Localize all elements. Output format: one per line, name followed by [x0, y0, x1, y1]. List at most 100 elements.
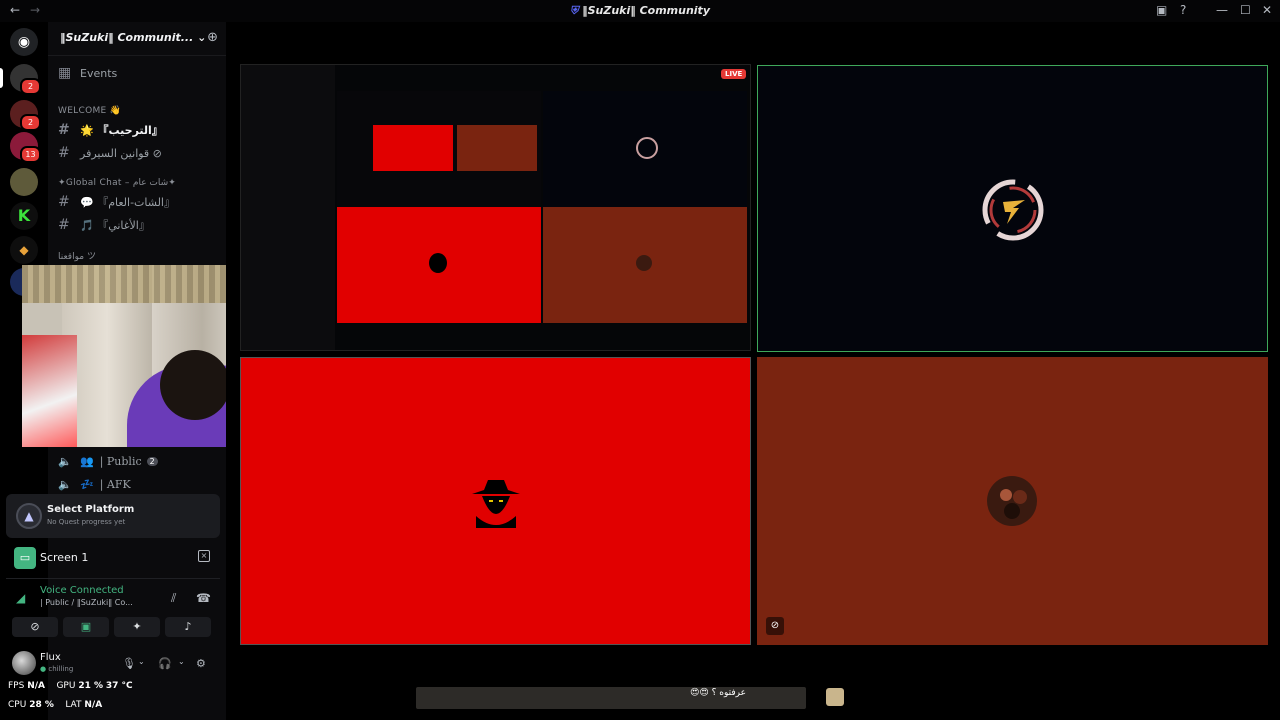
avatar[interactable]: [12, 651, 36, 675]
quest-subtitle: No Quest progress yet: [47, 518, 126, 526]
hash-icon: #: [58, 217, 70, 233]
add-member-icon[interactable]: ⊕: [207, 30, 218, 45]
inbox-icon[interactable]: ▣: [1156, 3, 1167, 17]
category-welcome[interactable]: WELCOME 👋: [58, 101, 218, 121]
participant-avatar: [987, 476, 1037, 526]
unread-badge: 13: [20, 146, 41, 163]
speaker-icon: 🔈: [58, 454, 72, 468]
minimize-icon[interactable]: —: [1216, 3, 1228, 17]
user-status: ● chilling: [40, 665, 74, 673]
voice-channel-afk[interactable]: 🔈 💤 | AFK: [58, 474, 218, 494]
nested-sidebar: [241, 65, 335, 350]
perf-stats-row1: FPS N/A GPU 21 % 37 °C: [8, 681, 133, 691]
quest-panel[interactable]: ▲ Select Platform No Quest progress yet: [6, 494, 220, 538]
nested-avatar: [636, 255, 652, 271]
participant-tile[interactable]: [240, 357, 751, 645]
sleep-icon: 💤: [80, 477, 94, 491]
username[interactable]: Flux: [40, 652, 61, 663]
soundboard-button[interactable]: ♪: [165, 617, 211, 637]
participant-avatar: [982, 179, 1044, 241]
channel-label: 💬 『الشات-العام』: [80, 196, 175, 209]
voice-channel-link[interactable]: | Public / ‖SuZuki‖ Co...: [40, 598, 160, 607]
nested-brown-tile: [457, 125, 537, 171]
channel-label: 🌟 『الترحيب』: [80, 124, 163, 137]
window-title: ⛨ ‖SuZuki‖ Community: [570, 4, 710, 17]
video-strip: [416, 687, 806, 709]
category-label: ✦Global Chat – شات عام✦: [58, 178, 176, 188]
sticker-icon: [826, 688, 844, 706]
headphones-icon[interactable]: 🎧: [158, 657, 172, 670]
participant-tile-muted[interactable]: [757, 357, 1268, 645]
calendar-icon: ▦: [58, 65, 72, 81]
hash-icon: #: [58, 145, 70, 161]
category-label: WELCOME 👋: [58, 106, 122, 116]
noise-suppression-icon[interactable]: ⫽: [171, 591, 176, 606]
pc-case: [22, 335, 77, 447]
server-icon[interactable]: 13: [10, 132, 41, 163]
disconnect-icon[interactable]: ☎: [196, 591, 211, 605]
user-count-badge: 2: [146, 456, 158, 466]
unread-badge: 2: [20, 114, 41, 131]
stop-stream-icon[interactable]: ×: [198, 550, 210, 562]
hash-icon: #: [58, 122, 70, 138]
live-badge: LIVE: [721, 69, 747, 79]
voice-panel: ◢ Voice Connected | Public / ‖SuZuki‖ Co…: [6, 578, 220, 650]
maximize-icon[interactable]: ☐: [1240, 3, 1251, 17]
participant-avatar: [472, 480, 520, 528]
category-voice[interactable]: مواقعنا ツ: [58, 245, 218, 265]
channel-label: قوانين السيرفر ⊘: [80, 146, 162, 160]
title-bar: ← → ⛨ ‖SuZuki‖ Community ▣ ? — ☐ ✕: [0, 0, 1280, 22]
activities-button[interactable]: ✦: [114, 617, 160, 637]
close-icon[interactable]: ✕: [1262, 3, 1272, 17]
quest-title: Select Platform: [47, 504, 135, 515]
stream-label: Screen 1: [40, 551, 89, 564]
nested-avatar: [429, 253, 447, 273]
discord-home-icon[interactable]: ◉: [10, 28, 38, 56]
server-name: ‖SuZuki‖ Communit... ⌄: [60, 31, 207, 44]
channel-rules[interactable]: # قوانين السيرفر ⊘: [58, 143, 218, 163]
user-panel: Flux ● chilling 🎙 ⌄ 🎧 ⌄ ⚙: [6, 650, 220, 678]
perf-stats-row2: CPU 28 % LAT N/A: [8, 700, 103, 710]
gear-icon[interactable]: ⚙: [196, 657, 206, 670]
person-head: [160, 350, 230, 420]
channel-songs[interactable]: # 🎵 『الأغاني』: [58, 215, 218, 235]
channel-label: 🎵 『الأغاني』: [80, 219, 150, 232]
events-link[interactable]: ▦ Events: [58, 63, 218, 83]
server-icon[interactable]: [10, 168, 38, 196]
active-server-pill: [0, 68, 3, 88]
stream-panel[interactable]: ▭ Screen 1 ×: [6, 542, 220, 574]
nested-red-tile: [373, 125, 453, 171]
server-header[interactable]: ‖SuZuki‖ Communit... ⌄ ⊕: [48, 22, 226, 56]
events-label: Events: [80, 66, 118, 80]
server-icon[interactable]: 2: [10, 100, 41, 131]
stream-tile[interactable]: [240, 64, 751, 351]
screen-share-icon: ▭: [14, 547, 36, 569]
chevron-down-icon[interactable]: ⌄: [138, 657, 145, 666]
server-icon[interactable]: K: [10, 202, 38, 230]
group-icon: 👥: [80, 454, 94, 468]
speaker-icon: 🔈: [58, 477, 72, 491]
screen-share-button[interactable]: ▣: [63, 617, 109, 637]
nested-avatar: [636, 137, 658, 159]
mic-muted-icon: ⊘: [766, 617, 784, 635]
participant-tile-speaking[interactable]: [757, 65, 1268, 352]
quest-icon: ▲: [16, 503, 42, 529]
channel-label: | AFK: [99, 477, 131, 491]
camera-off-button[interactable]: ⊘: [12, 617, 58, 637]
unread-badge: 2: [20, 78, 41, 95]
channel-label: | Public: [99, 454, 142, 468]
microphone-icon[interactable]: 🎙: [122, 657, 136, 670]
voice-channel-public[interactable]: 🔈 👥 | Public 2: [58, 451, 218, 471]
channel-chat[interactable]: # 💬 『الشات-العام』: [58, 192, 218, 212]
voice-status[interactable]: Voice Connected: [40, 585, 124, 596]
server-icon[interactable]: ◆: [10, 236, 38, 264]
channel-welcome[interactable]: # 🌟 『الترحيب』: [58, 120, 218, 140]
category-global[interactable]: ✦Global Chat – شات عام✦: [58, 173, 218, 193]
category-label: مواقعنا ツ: [58, 251, 97, 262]
hash-icon: #: [58, 194, 70, 210]
chevron-down-icon[interactable]: ⌄: [178, 657, 185, 666]
caption-text: 😍😍 عرفتوه ؟: [690, 688, 746, 698]
server-icon[interactable]: 2: [10, 64, 41, 95]
signal-icon[interactable]: ◢: [16, 591, 25, 605]
help-icon[interactable]: ?: [1180, 3, 1186, 17]
